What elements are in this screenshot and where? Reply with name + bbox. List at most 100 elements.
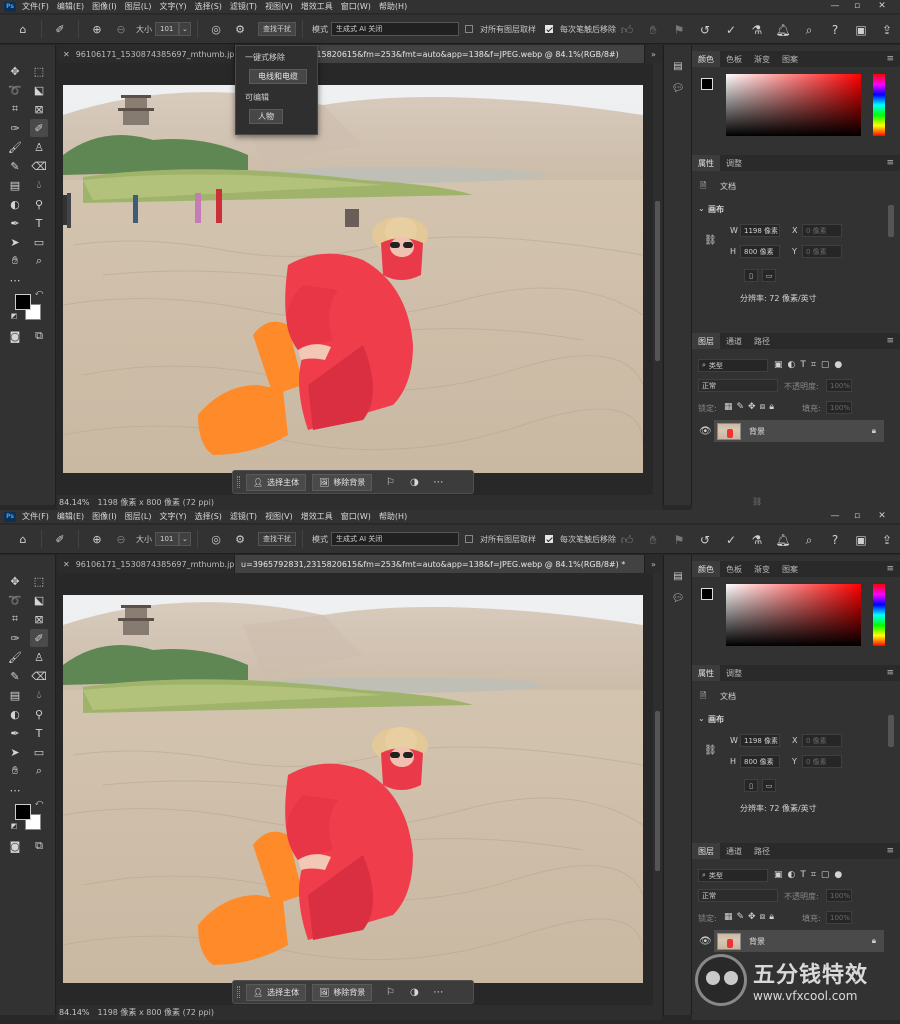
- brush-subtract-icon[interactable]: ⊖: [112, 530, 130, 548]
- wires-and-cables-button[interactable]: 电线和电缆: [249, 69, 307, 84]
- crop-tool-icon[interactable]: ⌗: [6, 610, 24, 628]
- layer-filter-select[interactable]: ⌕ 类型: [698, 359, 768, 372]
- minimize-icon[interactable]: —: [828, 511, 842, 522]
- flag-icon[interactable]: ⚑: [670, 21, 688, 39]
- canvas-vertical-scrollbar[interactable]: [653, 63, 662, 495]
- layer-filter-icons[interactable]: ▣◐T⌗▢●: [774, 360, 847, 370]
- lasso-tool-icon[interactable]: ➰: [6, 591, 24, 609]
- swap-colors-icon[interactable]: ⤺: [34, 288, 44, 298]
- collapse-chevron-icon[interactable]: ⌄: [698, 204, 705, 213]
- color-picker-field[interactable]: [726, 584, 861, 646]
- quick-mask-icon[interactable]: ◙: [6, 837, 24, 855]
- pressure-icon[interactable]: ◎: [207, 20, 225, 38]
- doc-tab-jpg[interactable]: ✕ 96106171_1530874385697_mthumb.jpg: [57, 555, 235, 573]
- maximize-icon[interactable]: ▫: [850, 1, 864, 12]
- thumbs-up-icon[interactable]: 👍︎: [618, 21, 636, 39]
- tab-layers[interactable]: 图层: [692, 333, 720, 349]
- menu-type[interactable]: 文字(Y): [159, 511, 186, 522]
- close-tab-icon[interactable]: ✕: [63, 50, 70, 59]
- landscape-icon[interactable]: ▭: [762, 269, 776, 282]
- width-field[interactable]: 1198 像素: [740, 734, 780, 747]
- comments-panel-icon[interactable]: 💬︎: [671, 593, 685, 607]
- menu-view[interactable]: 视图(V): [265, 511, 293, 522]
- comments-panel-icon[interactable]: 💬︎: [671, 83, 685, 97]
- menu-image[interactable]: 图像(I): [92, 1, 117, 12]
- blend-mode-select[interactable]: 正常: [698, 379, 778, 392]
- brush-add-icon[interactable]: ⊕: [88, 530, 106, 548]
- gradient-tool-icon[interactable]: ▤: [6, 176, 24, 194]
- drag-handle[interactable]: [237, 476, 240, 488]
- remove-tool-icon[interactable]: ✐: [51, 20, 69, 38]
- help-icon[interactable]: ?: [826, 531, 844, 549]
- tab-gradients[interactable]: 渐变: [748, 561, 776, 577]
- tab-color[interactable]: 颜色: [692, 51, 720, 67]
- close-tab-icon[interactable]: ✕: [63, 560, 70, 569]
- y-field[interactable]: 0 像素: [802, 755, 842, 768]
- link-layers-icon[interactable]: ⛓: [752, 497, 762, 506]
- properties-scroll-thumb[interactable]: [888, 205, 894, 237]
- marquee-tool-icon[interactable]: ⬚: [30, 572, 48, 590]
- menu-edit[interactable]: 编辑(E): [57, 511, 84, 522]
- settings-gear-icon[interactable]: ⚙: [231, 530, 249, 548]
- opacity-field[interactable]: 100%: [826, 889, 852, 902]
- tab-patterns[interactable]: 图案: [776, 51, 804, 67]
- drag-handle[interactable]: [237, 986, 240, 998]
- pressure-icon[interactable]: ◎: [207, 530, 225, 548]
- menu-plugins[interactable]: 增效工具: [301, 1, 333, 12]
- panel-menu-icon[interactable]: ≡: [886, 336, 894, 346]
- menu-file[interactable]: 文件(F): [22, 1, 49, 12]
- tab-channels[interactable]: 通道: [720, 333, 748, 349]
- portrait-icon[interactable]: ▯: [744, 779, 758, 792]
- brush-tool-icon[interactable]: 🖌︎: [6, 648, 24, 666]
- default-colors-icon[interactable]: ◩: [9, 311, 19, 321]
- x-field[interactable]: 0 像素: [802, 734, 842, 747]
- close-icon[interactable]: ✕: [875, 511, 889, 522]
- notification-bell-icon[interactable]: 🔔︎: [774, 531, 792, 549]
- layer-filter-icons[interactable]: ▣◐T⌗▢●: [774, 870, 847, 880]
- more-options-icon[interactable]: ⋯: [430, 987, 446, 998]
- menu-window[interactable]: 窗口(W): [341, 511, 371, 522]
- settings-gear-icon[interactable]: ⚙: [231, 20, 249, 38]
- opacity-field[interactable]: 100%: [826, 379, 852, 392]
- panel-menu-icon[interactable]: ≡: [886, 564, 894, 574]
- landscape-icon[interactable]: ▭: [762, 779, 776, 792]
- canvas-vertical-scrollbar[interactable]: [653, 573, 662, 1005]
- rectangle-tool-icon[interactable]: ▭: [30, 743, 48, 761]
- find-distractions-button[interactable]: 查找干扰: [258, 532, 296, 546]
- scroll-thumb[interactable]: [655, 201, 660, 361]
- path-select-tool-icon[interactable]: ➤: [6, 743, 24, 761]
- tab-adjustments[interactable]: 调整: [720, 155, 748, 171]
- gradient-tool-icon[interactable]: ▤: [6, 686, 24, 704]
- lasso-tool-icon[interactable]: ➰: [6, 81, 24, 99]
- sample-all-layers-checkbox[interactable]: [465, 25, 473, 33]
- more-tools-icon[interactable]: ⋯: [6, 781, 24, 799]
- tab-properties[interactable]: 属性: [692, 155, 720, 171]
- labs-flask-icon[interactable]: ⚗: [748, 531, 766, 549]
- layer-lock-icon[interactable]: 🔒︎: [872, 936, 876, 946]
- size-input[interactable]: 101: [155, 532, 179, 546]
- menu-help[interactable]: 帮助(H): [379, 511, 407, 522]
- pen-tool-icon[interactable]: ✒: [6, 724, 24, 742]
- select-subject-button[interactable]: 👤︎ 选择主体: [246, 473, 307, 491]
- minimize-icon[interactable]: —: [828, 1, 842, 12]
- commit-check-icon[interactable]: ✓: [722, 531, 740, 549]
- more-options-icon[interactable]: ⋯: [430, 477, 446, 488]
- tabs-overflow-icon[interactable]: »: [645, 555, 662, 573]
- document-info[interactable]: 1198 像素 x 800 像素 (72 ppi): [98, 1007, 214, 1018]
- tab-layers[interactable]: 图层: [692, 843, 720, 859]
- hue-slider[interactable]: [873, 584, 885, 646]
- screen-mode-icon[interactable]: ⧉: [30, 327, 48, 345]
- hand-tool-icon[interactable]: ✋︎: [6, 762, 24, 780]
- menu-plugins[interactable]: 增效工具: [301, 511, 333, 522]
- help-icon[interactable]: ?: [826, 21, 844, 39]
- fill-field[interactable]: 100%: [826, 401, 852, 414]
- home-icon[interactable]: ⌂: [14, 530, 32, 548]
- marquee-tool-icon[interactable]: ⬚: [30, 62, 48, 80]
- move-tool-icon[interactable]: ✥: [6, 572, 24, 590]
- hue-slider[interactable]: [873, 74, 885, 136]
- y-field[interactable]: 0 像素: [802, 245, 842, 258]
- commit-check-icon[interactable]: ✓: [722, 21, 740, 39]
- collapse-chevron-icon[interactable]: ⌄: [698, 714, 705, 723]
- brush-tool-icon[interactable]: 🖌︎: [6, 138, 24, 156]
- menu-view[interactable]: 视图(V): [265, 1, 293, 12]
